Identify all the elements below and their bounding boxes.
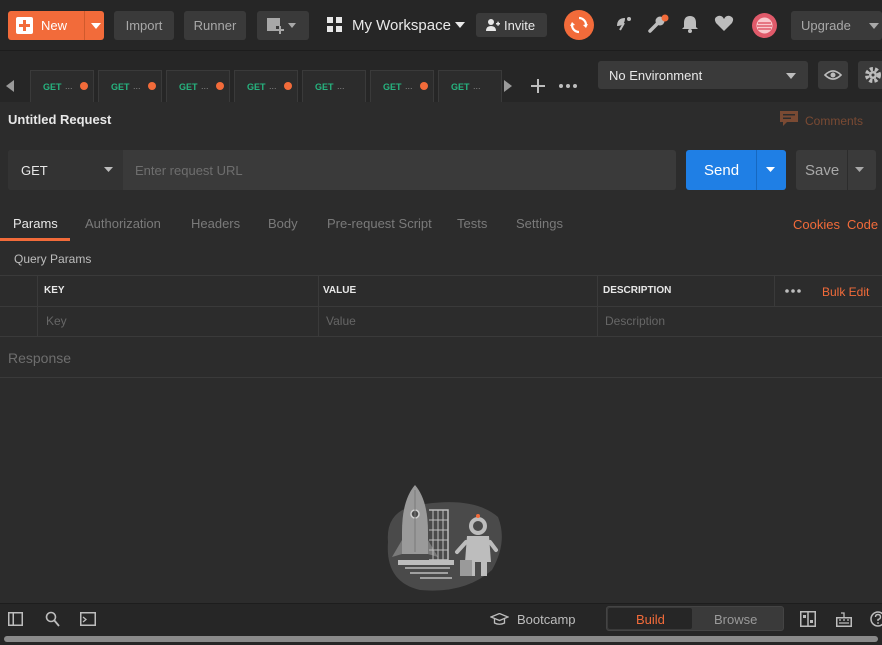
new-button[interactable]: New xyxy=(8,11,104,40)
url-input[interactable] xyxy=(123,150,676,190)
chevron-down-icon xyxy=(786,73,796,79)
help-icon[interactable] xyxy=(870,611,882,627)
keyboard-shortcuts-icon[interactable] xyxy=(836,611,852,627)
wrench-icon[interactable] xyxy=(648,14,670,34)
tab-params[interactable]: Params xyxy=(13,216,58,231)
add-window-icon xyxy=(267,18,296,34)
chevron-down-icon[interactable] xyxy=(455,22,465,28)
bell-icon[interactable] xyxy=(681,14,699,34)
more-icon[interactable] xyxy=(785,289,801,293)
column-header-description: DESCRIPTION xyxy=(603,285,672,296)
satellite-icon[interactable] xyxy=(614,14,634,34)
chevron-down-icon xyxy=(869,23,879,29)
request-tab[interactable]: GET... xyxy=(302,70,366,102)
request-tab[interactable]: GET... xyxy=(234,70,298,102)
rocket-illustration xyxy=(387,485,502,591)
gear-icon xyxy=(865,67,881,83)
invite-button-label: Invite xyxy=(504,18,536,33)
active-tab-indicator xyxy=(0,238,70,241)
environment-selector[interactable]: No Environment xyxy=(598,61,808,89)
tab-settings[interactable]: Settings xyxy=(516,216,563,231)
sidebar-toggle-icon[interactable] xyxy=(8,612,23,626)
save-button[interactable]: Save xyxy=(796,150,876,190)
unsaved-dot xyxy=(148,82,156,90)
unsaved-dot xyxy=(420,82,428,90)
more-icon[interactable] xyxy=(559,84,577,88)
tab-body[interactable]: Body xyxy=(268,216,298,231)
cookies-link[interactable]: Cookies xyxy=(793,217,840,232)
request-tab[interactable]: GET... xyxy=(438,70,502,102)
add-user-icon xyxy=(486,19,500,31)
horizontal-scrollbar[interactable] xyxy=(4,636,878,642)
unsaved-dot xyxy=(216,82,224,90)
graduation-cap-icon xyxy=(490,613,509,625)
description-input[interactable]: Description xyxy=(605,314,665,328)
import-button[interactable]: Import xyxy=(114,11,174,40)
bulk-edit-link[interactable]: Bulk Edit xyxy=(822,285,869,299)
environment-quick-look-button[interactable] xyxy=(818,61,848,89)
send-button-label: Send xyxy=(704,162,740,179)
tab-authorization[interactable]: Authorization xyxy=(85,216,161,231)
console-icon[interactable] xyxy=(80,612,96,626)
environment-label: No Environment xyxy=(609,68,703,83)
heart-icon[interactable] xyxy=(714,14,734,34)
send-button[interactable]: Send xyxy=(686,150,786,190)
request-tab[interactable]: GET... xyxy=(30,70,94,102)
chevron-down-icon[interactable] xyxy=(855,167,864,172)
save-button-label: Save xyxy=(805,162,840,179)
key-input[interactable]: Key xyxy=(46,314,67,328)
manage-environments-button[interactable] xyxy=(858,61,882,89)
chevron-down-icon[interactable] xyxy=(91,23,101,29)
bootcamp-button[interactable]: Bootcamp xyxy=(517,612,576,627)
response-label: Response xyxy=(8,350,72,366)
tab-tests[interactable]: Tests xyxy=(457,216,487,231)
query-params-label: Query Params xyxy=(14,252,92,266)
avatar-icon xyxy=(756,17,773,34)
tab-headers[interactable]: Headers xyxy=(191,216,240,231)
build-mode-button[interactable]: Build xyxy=(608,608,692,629)
runner-button[interactable]: Runner xyxy=(184,11,246,40)
workspace-selector[interactable]: My Workspace xyxy=(352,17,451,34)
browse-mode-button[interactable]: Browse xyxy=(714,612,757,627)
method-selector[interactable]: GET xyxy=(8,150,123,190)
request-tab[interactable]: GET... xyxy=(98,70,162,102)
chevron-left-icon[interactable] xyxy=(6,80,14,92)
eye-icon xyxy=(824,70,842,80)
invite-button[interactable]: Invite xyxy=(476,13,547,37)
chevron-down-icon[interactable] xyxy=(766,167,775,172)
workspace-grid-icon xyxy=(327,17,342,32)
avatar[interactable] xyxy=(752,13,777,38)
comment-icon xyxy=(780,111,798,126)
request-title[interactable]: Untitled Request xyxy=(8,112,111,127)
comments-label: Comments xyxy=(805,114,864,128)
params-table xyxy=(0,275,882,337)
url-bar: GET xyxy=(8,150,676,190)
chevron-down-icon xyxy=(104,167,113,172)
search-icon[interactable] xyxy=(45,611,60,627)
value-input[interactable]: Value xyxy=(326,314,356,328)
sync-icon xyxy=(570,16,588,34)
column-header-value: VALUE xyxy=(323,285,357,296)
request-tab[interactable]: GET... xyxy=(370,70,434,102)
code-link[interactable]: Code xyxy=(847,217,878,232)
tab-prerequest-script[interactable]: Pre-request Script xyxy=(327,216,432,231)
unsaved-dot xyxy=(80,82,88,90)
sync-button[interactable] xyxy=(564,10,594,40)
upgrade-button-label: Upgrade xyxy=(801,18,851,33)
column-header-key: KEY xyxy=(44,285,65,296)
two-pane-view-icon[interactable] xyxy=(800,611,816,627)
unsaved-dot xyxy=(284,82,292,90)
new-button-label: New xyxy=(41,18,68,33)
upgrade-button[interactable]: Upgrade xyxy=(791,11,882,40)
method-label: GET xyxy=(21,163,48,178)
new-window-button[interactable] xyxy=(257,11,309,40)
chevron-right-icon[interactable] xyxy=(504,80,512,92)
request-tab[interactable]: GET... xyxy=(166,70,230,102)
build-browse-toggle: Build Browse xyxy=(606,606,784,631)
add-tab-icon[interactable] xyxy=(531,79,545,93)
comments-button[interactable]: Comments xyxy=(780,111,863,128)
plus-icon xyxy=(16,17,33,34)
